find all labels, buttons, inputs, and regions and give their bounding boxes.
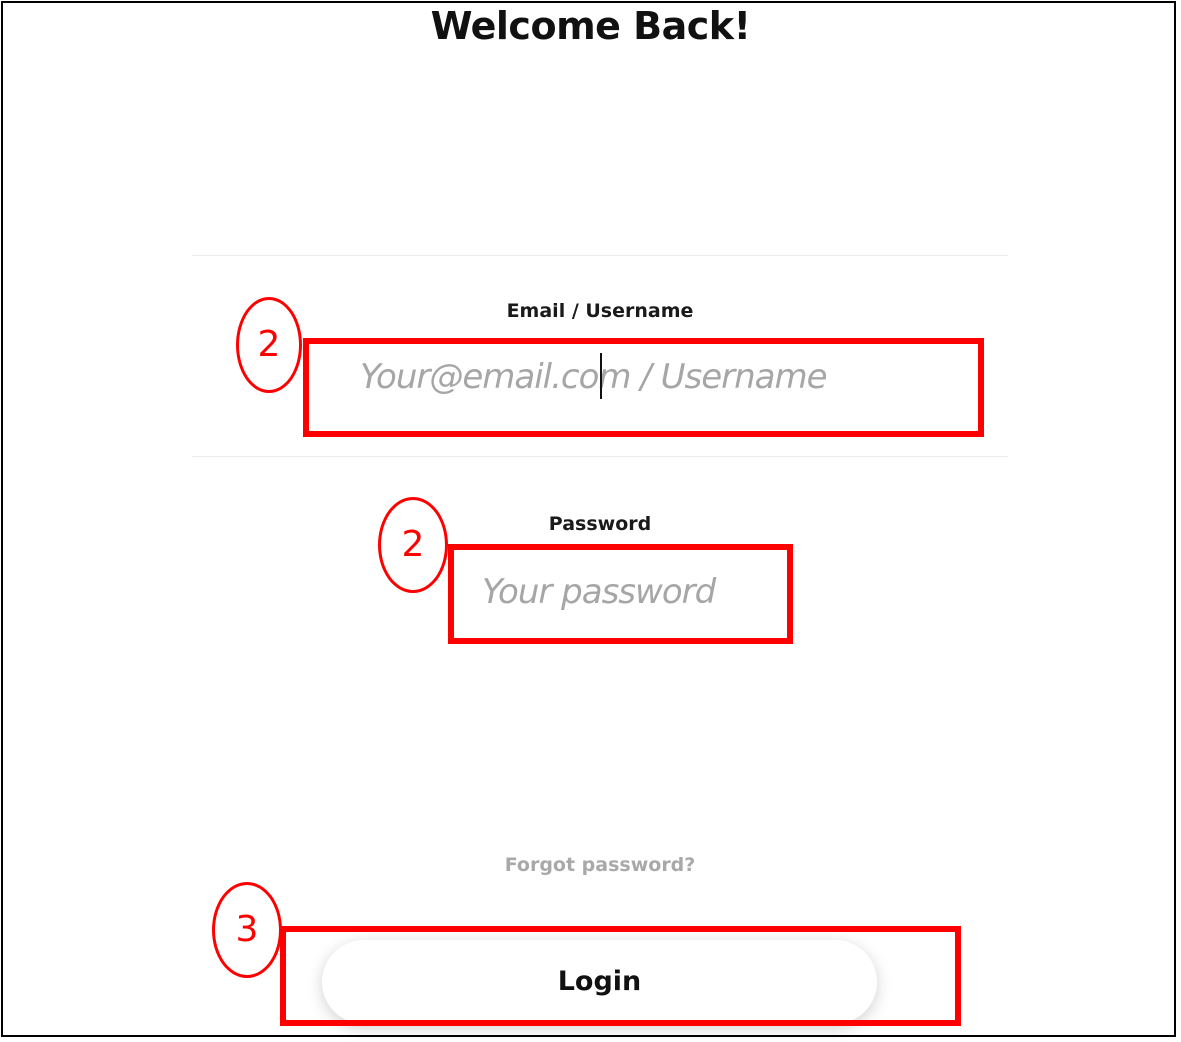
password-field[interactable] bbox=[482, 566, 777, 618]
page-title: Welcome Back! bbox=[430, 4, 751, 48]
text-caret bbox=[600, 353, 602, 399]
divider-top bbox=[192, 255, 1008, 256]
login-button[interactable]: Login bbox=[322, 940, 877, 1024]
password-field-label: Password bbox=[548, 513, 652, 535]
email-field-label: Email / Username bbox=[506, 300, 694, 322]
email-field[interactable] bbox=[360, 351, 960, 403]
divider-middle bbox=[192, 456, 1008, 457]
forgot-password-link[interactable]: Forgot password? bbox=[0, 854, 1181, 876]
step-marker-email: 2 bbox=[236, 297, 302, 393]
step-marker-login: 3 bbox=[212, 882, 282, 978]
step-marker-password: 2 bbox=[378, 497, 448, 593]
